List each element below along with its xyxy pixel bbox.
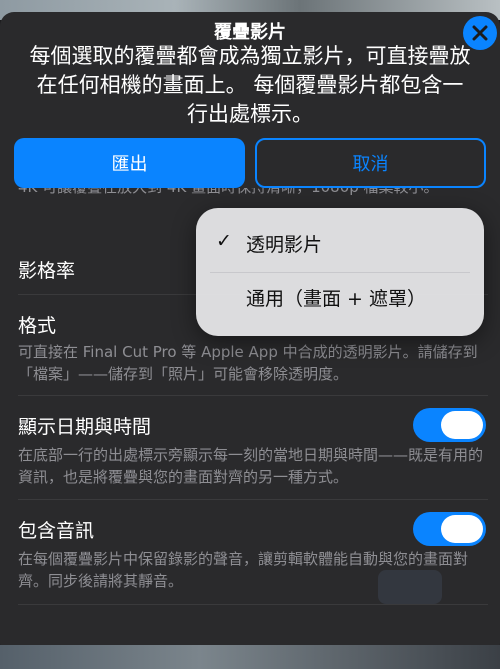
export-button[interactable]: 匯出 bbox=[14, 138, 245, 188]
toggle-knob bbox=[441, 515, 483, 543]
dialog-title: 覆疊影片 bbox=[214, 22, 286, 43]
include-audio-toggle[interactable] bbox=[413, 512, 486, 546]
frame-rate-label[interactable]: 影格率 bbox=[18, 256, 75, 283]
background-video-strip-bottom bbox=[0, 645, 500, 669]
include-audio-label: 包含音訊 bbox=[18, 520, 95, 542]
dialog-subtitle: 每個選取的覆疊都會成為獨立影片，可直接疊放在任何相機的畫面上。 每個覆疊影片都包… bbox=[29, 44, 471, 126]
divider bbox=[18, 499, 488, 500]
format-label[interactable]: 格式 bbox=[18, 311, 56, 338]
toggle-knob bbox=[441, 411, 483, 439]
divider bbox=[18, 604, 488, 605]
show-datetime-description: 在底部一行的出處標示旁顯示每一刻的當地日期與時間——既是有用的資訊，也是將覆疊與… bbox=[18, 446, 484, 486]
menu-item-label: 透明影片 bbox=[246, 234, 323, 256]
resolution-description-text: 4K 可讓覆疊在放大到 4K 畫面時保持清晰，1080p 檔案較小。 bbox=[18, 188, 488, 198]
menu-item-transparent-video[interactable]: ✓ 透明影片 bbox=[196, 218, 484, 270]
menu-item-universal[interactable]: 通用（畫面 + 遮罩） bbox=[196, 272, 484, 324]
format-menu: ✓ 透明影片 通用（畫面 + 遮罩） bbox=[196, 208, 484, 336]
menu-item-label: 通用（畫面 + 遮罩） bbox=[246, 288, 426, 310]
show-datetime-toggle[interactable] bbox=[413, 408, 486, 442]
cancel-button[interactable]: 取消 bbox=[255, 138, 486, 188]
show-datetime-label: 顯示日期與時間 bbox=[18, 416, 152, 438]
divider bbox=[18, 395, 488, 396]
faded-background-control bbox=[378, 570, 442, 604]
checkmark-icon: ✓ bbox=[216, 230, 232, 252]
format-description: 可直接在 Final Cut Pro 等 Apple App 中合成的透明影片。… bbox=[18, 343, 478, 383]
